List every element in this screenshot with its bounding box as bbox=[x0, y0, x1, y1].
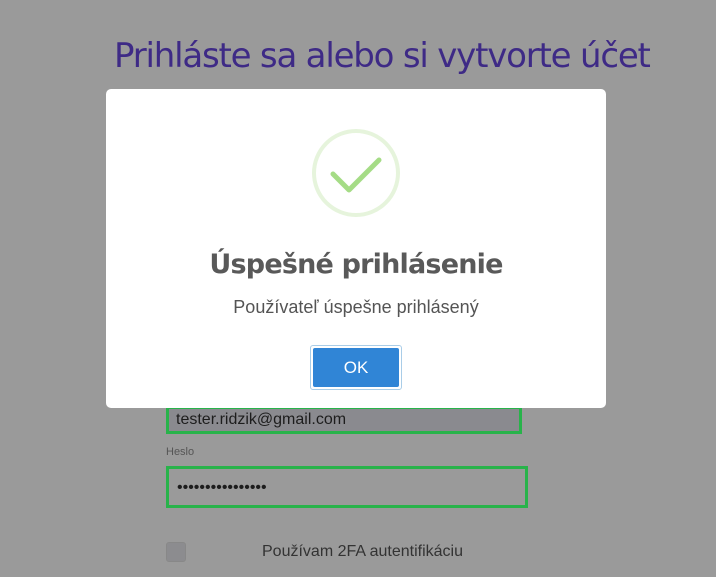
password-label: Heslo bbox=[166, 446, 195, 458]
dialog-message: Používateľ úspešne prihlásený bbox=[233, 297, 479, 317]
ok-button-label: OK bbox=[313, 348, 399, 387]
email-field-wrapper[interactable] bbox=[166, 406, 522, 434]
success-dialog: Úspešné prihlásenie Používateľ úspešne p… bbox=[106, 89, 606, 408]
twofa-label: Používam 2FA autentifikáciu bbox=[262, 543, 463, 560]
page-title: Prihláste sa alebo si vytvorte účet bbox=[114, 36, 651, 76]
success-check-icon bbox=[311, 128, 401, 223]
password-field[interactable] bbox=[177, 479, 517, 497]
password-field-wrapper[interactable] bbox=[166, 466, 528, 508]
twofa-checkbox[interactable] bbox=[166, 542, 186, 562]
dialog-title: Úspešné prihlásenie bbox=[209, 249, 503, 280]
ok-button[interactable]: OK bbox=[310, 345, 402, 390]
email-field[interactable] bbox=[176, 411, 516, 429]
